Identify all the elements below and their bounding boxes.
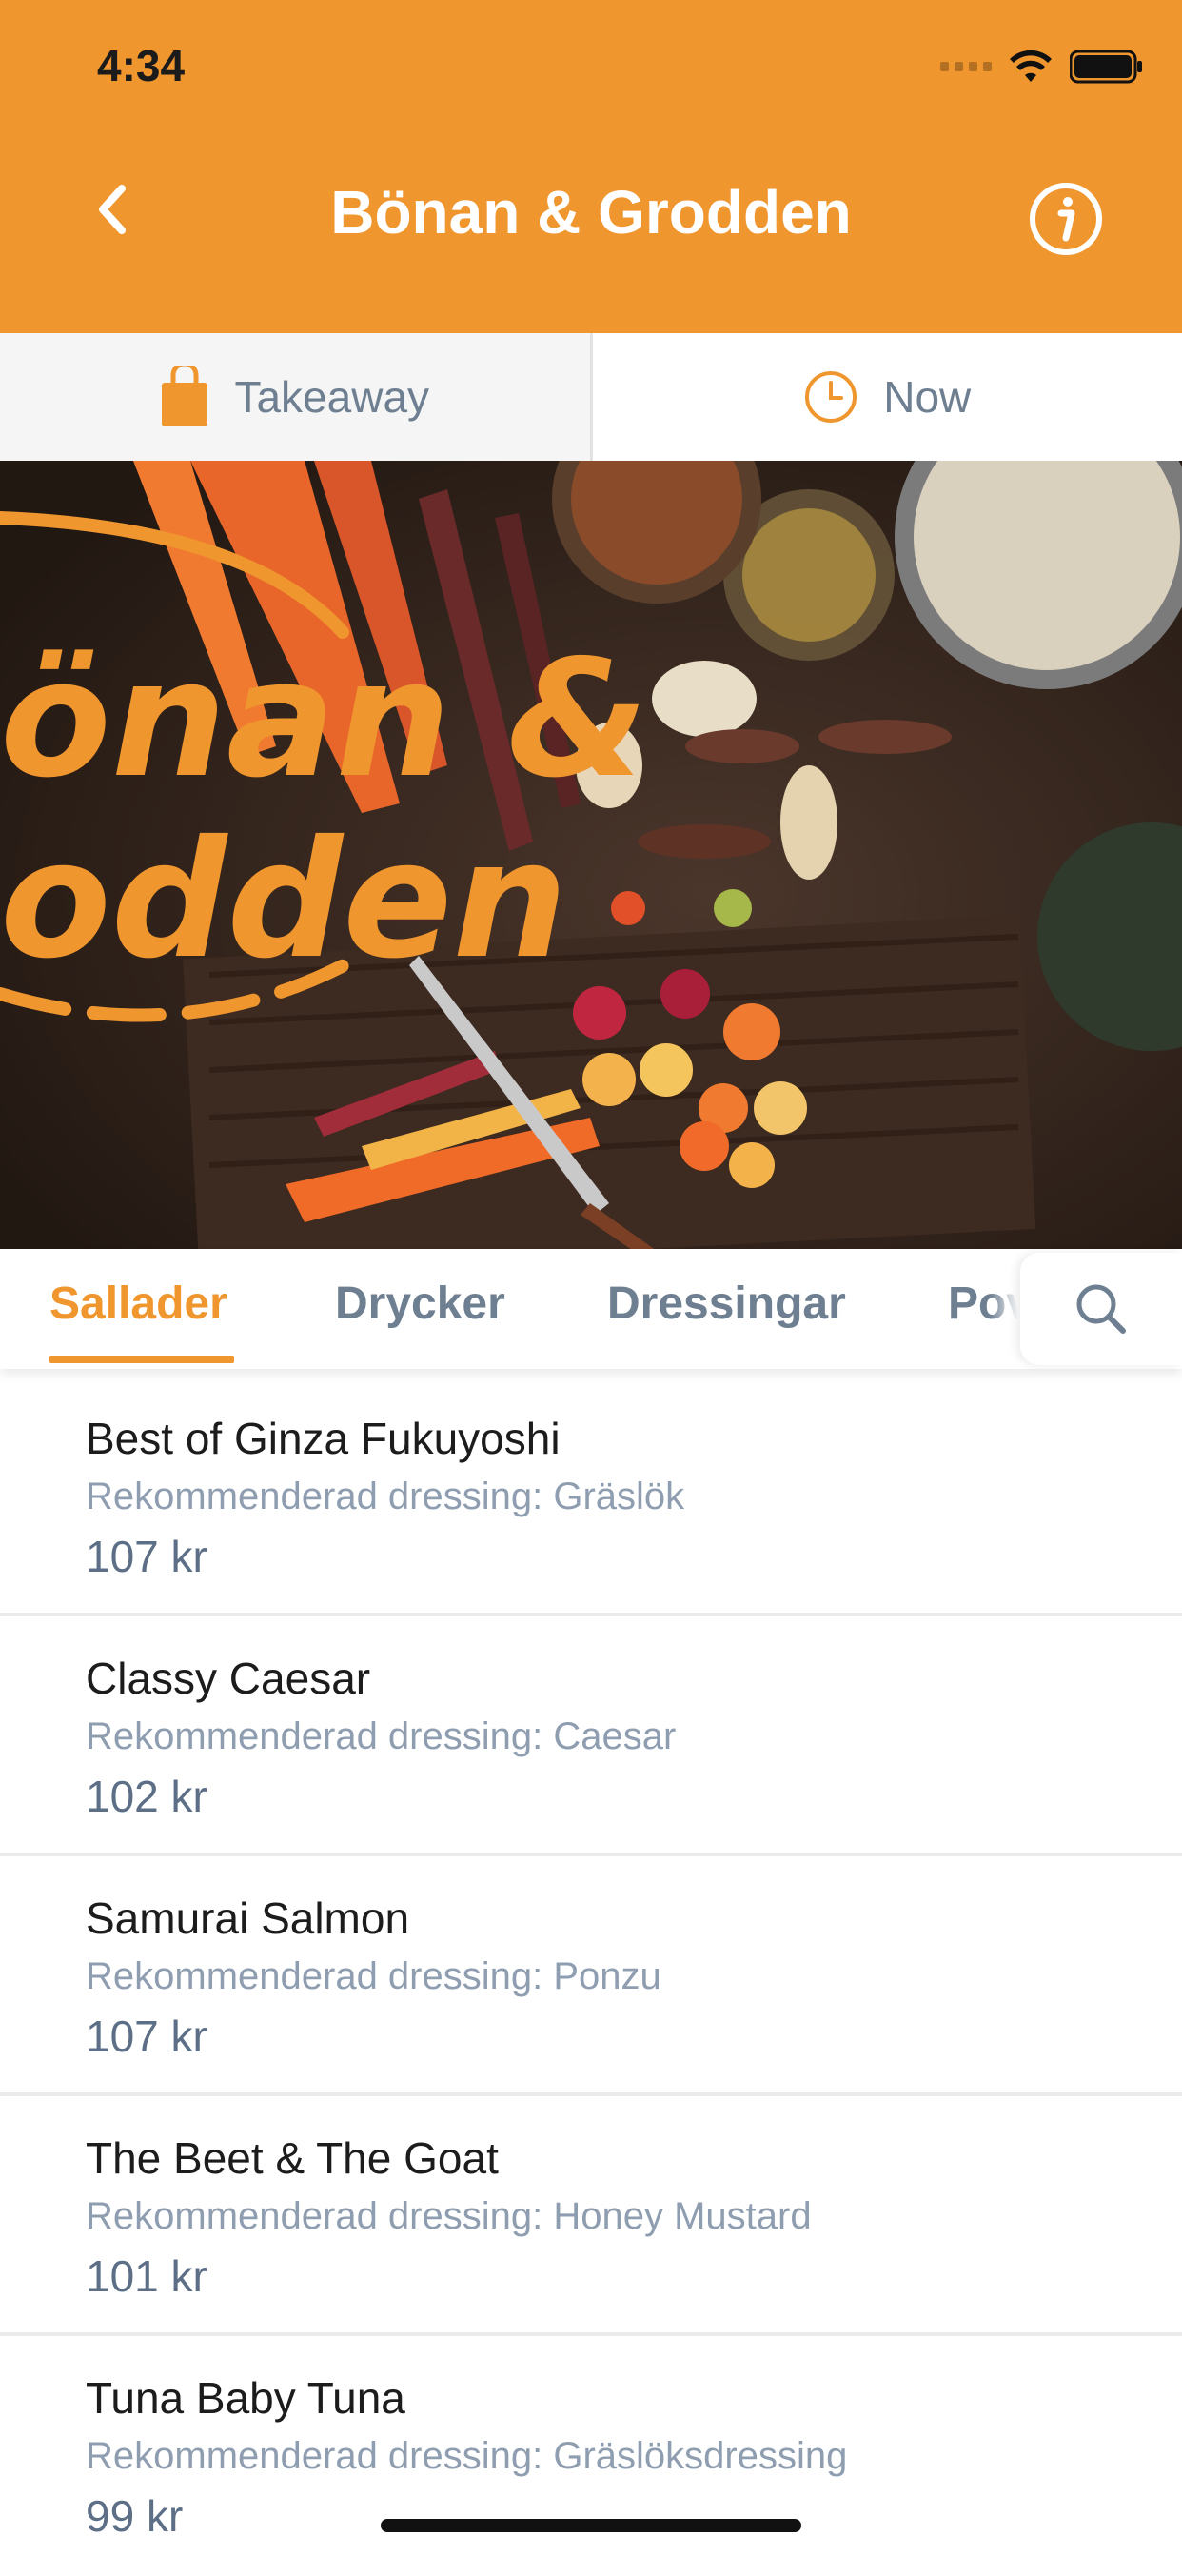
order-mode-bar: Takeaway Now [0,333,1182,463]
item-price: 101 kr [86,2250,207,2302]
item-price: 107 kr [86,1531,207,1582]
menu-item[interactable]: Tuna Baby Tuna Rekommenderad dressing: G… [0,2336,1182,2576]
category-tabs: Sallader Drycker Dressingar Pov [0,1249,1182,1369]
battery-icon [1070,50,1144,84]
item-description: Rekommenderad dressing: Honey Mustard [86,2195,812,2238]
search-button[interactable] [1020,1253,1182,1365]
active-tab-indicator [49,1356,234,1363]
menu-item[interactable]: Samurai Salmon Rekommenderad dressing: P… [0,1856,1182,2096]
wifi-icon [1009,50,1053,84]
item-name: Classy Caesar [86,1653,370,1704]
tab-dressingar[interactable]: Dressingar [607,1278,846,1330]
info-icon[interactable] [1028,181,1104,257]
takeaway-button[interactable]: Takeaway [0,333,593,461]
menu-item[interactable]: The Beet & The Goat Rekommenderad dressi… [0,2096,1182,2336]
logo-text-line1: önan & [0,625,648,814]
item-name: Tuna Baby Tuna [86,2372,405,2424]
vegetables-illustration: önan & odden [0,461,1182,1249]
tab-drycker[interactable]: Drycker [335,1278,505,1330]
item-name: Best of Ginza Fukuyoshi [86,1413,561,1464]
item-name: Samurai Salmon [86,1892,409,1944]
item-description: Rekommenderad dressing: Ponzu [86,1955,661,1998]
menu-item[interactable]: Classy Caesar Rekommenderad dressing: Ca… [0,1616,1182,1856]
app-header: 4:34 Bönan & Grodden [0,0,1182,333]
status-icons [940,50,1144,84]
item-price: 99 kr [86,2490,183,2542]
menu-item-list: Best of Ginza Fukuyoshi Rekommenderad dr… [0,1377,1182,2576]
logo-text-line2: odden [0,806,568,995]
status-time: 4:34 [97,40,185,91]
restaurant-hero-image: önan & odden [0,461,1182,1249]
item-price: 102 kr [86,1771,207,1822]
takeaway-label: Takeaway [234,371,429,423]
item-price: 107 kr [86,2011,207,2062]
pickup-time-button[interactable]: Now [593,333,1182,461]
cellular-signal-icon [940,62,992,71]
home-indicator[interactable] [381,2519,801,2532]
item-description: Rekommenderad dressing: Caesar [86,1715,676,1758]
menu-item[interactable]: Best of Ginza Fukuyoshi Rekommenderad dr… [0,1377,1182,1616]
search-icon [1074,1281,1129,1337]
item-name: The Beet & The Goat [86,2132,499,2184]
time-label: Now [883,371,971,423]
shopping-bag-icon [160,366,209,428]
item-description: Rekommenderad dressing: Gräslök [86,1476,684,1518]
clock-icon [803,369,858,425]
tab-scroll-fade [990,1249,1018,1369]
restaurant-title: Bönan & Grodden [0,177,1182,248]
tab-sallader[interactable]: Sallader [49,1278,227,1330]
item-description: Rekommenderad dressing: Gräslöksdressing [86,2435,847,2478]
